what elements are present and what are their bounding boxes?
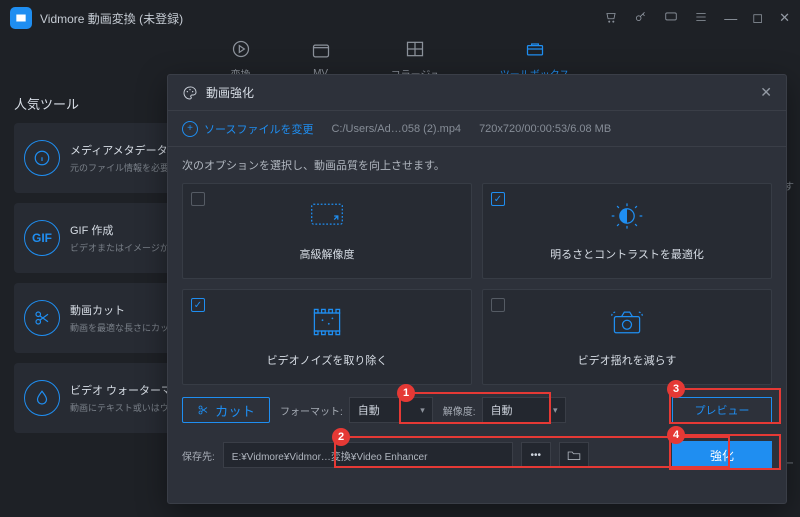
format-label: フォーマット: [280, 403, 343, 418]
key-icon[interactable] [634, 10, 648, 27]
option-label: 高級解像度 [300, 246, 355, 262]
minimize-button[interactable]: — [724, 11, 736, 26]
tool-watermark[interactable]: ビデオ ウォーターマーク除去 動画にテキスト或いはウォーターマークを追加します [14, 363, 188, 433]
film-icon [309, 307, 345, 342]
app-title: Vidmore 動画変換 (未登録) [40, 10, 604, 27]
monitor-icon [309, 201, 345, 236]
menu-icon[interactable] [694, 10, 708, 27]
enhancer-dialog: 動画強化 ✕ + ソースファイルを変更 C:/Users/Ad…058 (2).… [167, 74, 787, 504]
mv-icon [311, 41, 331, 64]
titlebar: Vidmore 動画変換 (未登録) — ◻ ✕ [0, 0, 800, 36]
resolution-label: 解像度: [443, 403, 476, 418]
dialog-title: 動画強化 [206, 84, 760, 101]
checkbox[interactable] [191, 192, 205, 206]
tool-gif-maker[interactable]: GIF GIF 作成 ビデオまたはイメージからGIF [14, 203, 188, 273]
close-button[interactable]: ✕ [779, 10, 790, 26]
camera-icon [609, 307, 645, 342]
maximize-button[interactable]: ◻ [752, 10, 763, 26]
toolbox-icon [525, 39, 545, 62]
tool-desc: ビデオまたはイメージからGIF [70, 241, 178, 254]
plus-icon: + [182, 121, 198, 137]
option-label: ビデオ揺れを減らす [578, 352, 677, 368]
tool-video-cut[interactable]: 動画カット 動画を最適な長さにカット [14, 283, 188, 353]
collage-icon [405, 39, 425, 62]
tool-name: GIF 作成 [70, 222, 178, 238]
format-select[interactable]: 自動 [349, 397, 433, 423]
convert-icon [231, 39, 251, 62]
app-logo [10, 7, 32, 29]
tool-name: 動画カット [70, 302, 178, 318]
preview-button[interactable]: プレビュー [672, 397, 772, 423]
scissors-icon [24, 300, 60, 336]
checkbox[interactable]: ✓ [191, 298, 205, 312]
dialog-body: 次のオプションを選択し、動画品質を向上させます。 高級解像度 ✓ 明るさとコント… [168, 147, 786, 479]
option-denoise[interactable]: ✓ ビデオノイズを取り除く [182, 289, 472, 385]
change-source-button[interactable]: + ソースファイルを変更 [182, 121, 313, 137]
tool-desc: 動画を最適な長さにカット [70, 321, 178, 334]
brightness-icon [609, 201, 645, 236]
browse-button[interactable]: ••• [521, 442, 551, 468]
drop-icon [24, 380, 60, 416]
option-upscale[interactable]: 高級解像度 [182, 183, 472, 279]
dialog-header: 動画強化 ✕ [168, 75, 786, 111]
palette-icon [182, 85, 198, 101]
source-meta: 720x720/00:00:53/6.08 MB [479, 123, 611, 135]
hint-text: 次のオプションを選択し、動画品質を向上させます。 [182, 157, 772, 173]
gif-icon: GIF [24, 220, 60, 256]
option-label: ビデオノイズを取り除く [267, 352, 388, 368]
checkbox[interactable] [491, 298, 505, 312]
message-icon[interactable] [664, 10, 678, 27]
dialog-close-button[interactable]: ✕ [760, 84, 772, 101]
checkbox[interactable]: ✓ [491, 192, 505, 206]
tool-name: ビデオ ウォーターマーク除去 [70, 382, 178, 398]
tool-name: メディアメタデータエディター [70, 142, 178, 158]
tool-desc: 動画にテキスト或いはウォーターマークを追加します [70, 401, 178, 414]
save-label: 保存先: [182, 448, 215, 463]
tool-desc: 元のファイル情報を必要に応じて変更します [70, 161, 178, 174]
option-brightness[interactable]: ✓ 明るさとコントラストを最適化 [482, 183, 772, 279]
tool-metadata-editor[interactable]: メディアメタデータエディター 元のファイル情報を必要に応じて変更します [14, 123, 188, 193]
open-folder-button[interactable] [559, 442, 589, 468]
enhance-button[interactable]: 強化 [672, 441, 772, 469]
source-path: C:/Users/Ad…058 (2).mp4 [331, 123, 461, 135]
sidebar-title: 人気ツール [14, 94, 188, 113]
option-label: 明るさとコントラストを最適化 [550, 246, 704, 262]
format-group: フォーマット: 自動 [280, 397, 433, 423]
cart-icon[interactable] [604, 10, 618, 27]
cut-label: カット [215, 401, 255, 420]
cut-button[interactable]: カット [182, 397, 270, 423]
source-row: + ソースファイルを変更 C:/Users/Ad…058 (2).mp4 720… [168, 111, 786, 147]
sidebar: 人気ツール メディアメタデータエディター 元のファイル情報を必要に応じて変更しま… [0, 84, 188, 517]
save-path-field[interactable]: E:¥Vidmore¥Vidmor…変換¥Video Enhancer [223, 442, 513, 468]
resolution-group: 解像度: 自動 [443, 397, 566, 423]
change-source-label: ソースファイルを変更 [204, 121, 313, 137]
option-stabilize[interactable]: ビデオ揺れを減らす [482, 289, 772, 385]
info-icon [24, 140, 60, 176]
resolution-select[interactable]: 自動 [482, 397, 566, 423]
